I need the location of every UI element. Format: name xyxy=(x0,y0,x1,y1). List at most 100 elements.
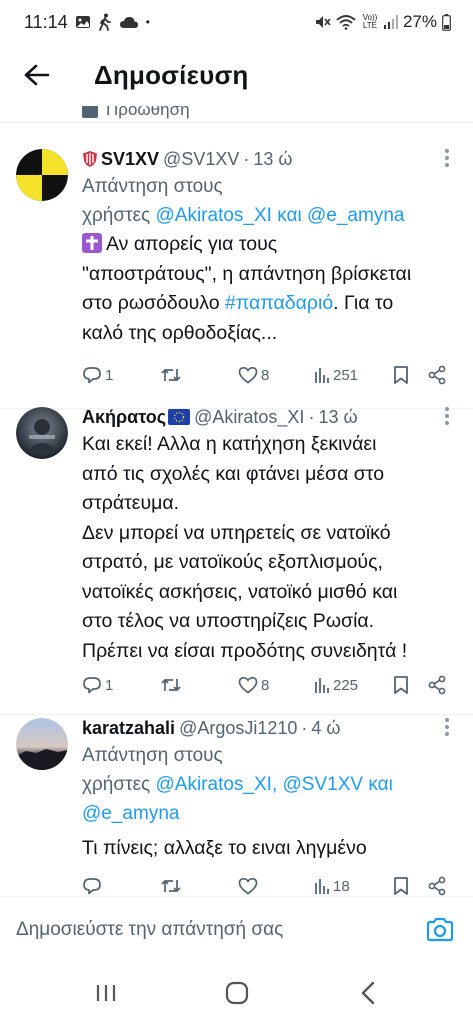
avatar[interactable] xyxy=(16,407,68,459)
tweet-text-line: "αποστράτους", η απάντηση βρίσκεται xyxy=(82,262,412,285)
like-count: 8 xyxy=(261,676,270,694)
walking-icon xyxy=(98,13,112,31)
reply-button[interactable]: 1 xyxy=(82,362,113,388)
tweet-text-line: Πρέπει να είσαι προδότης συνειδητά ! xyxy=(82,639,408,662)
analytics-icon xyxy=(315,678,329,693)
share-icon xyxy=(428,365,446,385)
bookmark-icon xyxy=(394,877,408,895)
tweet-time[interactable]: 13 ώ xyxy=(253,149,292,170)
author-name[interactable]: karatzahali xyxy=(82,718,175,739)
reply-input[interactable]: Δημοσιεύστε την απάντησή σας xyxy=(16,919,283,941)
replying-label-2: χρήστες xyxy=(82,774,151,795)
tweet-text-line: Και εκεί! Αλλα η κατήχηση ξεκινάει xyxy=(82,433,377,455)
status-dot: • xyxy=(145,15,150,29)
bookmark-button[interactable] xyxy=(393,873,409,896)
mention-link[interactable]: @e_amyna xyxy=(307,205,404,226)
bookmark-icon xyxy=(394,676,408,694)
separator-dot: · xyxy=(243,148,250,169)
promote-label: Προώθηση xyxy=(106,106,190,119)
conversation-feed[interactable]: Προώθηση SV1XV @SV1XV · 13 ώ Απάντηση στ… xyxy=(0,106,473,896)
reply-composer[interactable]: Δημοσιεύστε την απάντησή σας xyxy=(0,896,473,962)
mention-link[interactable]: @e_amyna xyxy=(82,803,179,824)
bookmark-icon xyxy=(394,366,408,384)
tweet-text-line: Δεν μπορεί να υπηρετείς σε νατοϊκό xyxy=(82,521,391,544)
more-options-icon[interactable] xyxy=(435,404,459,428)
retweet-icon xyxy=(161,880,181,892)
tweet[interactable]: SV1XV @SV1XV · 13 ώ Απάντηση στους χρήστ… xyxy=(0,146,473,409)
page-title: Δημοσίευση xyxy=(94,59,249,90)
mention-link[interactable]: @Akiratos_XI, xyxy=(156,774,278,795)
hashtag-link[interactable]: #παπαδαριό xyxy=(225,292,333,314)
share-button[interactable] xyxy=(427,672,447,698)
like-button[interactable]: 8 xyxy=(238,672,269,698)
back-button[interactable] xyxy=(0,44,74,106)
share-button[interactable] xyxy=(427,873,447,896)
back-nav-button[interactable] xyxy=(338,968,398,1018)
home-button[interactable] xyxy=(207,968,267,1018)
tweet-text: Και εκεί! Αλλα η κατήχηση ξεκινάει από τ… xyxy=(82,430,459,666)
avatar[interactable] xyxy=(16,718,68,770)
share-icon xyxy=(428,876,446,896)
tweet-time[interactable]: 13 ώ xyxy=(318,407,357,428)
tweet[interactable]: karatzahali @ArgosJi1210 · 4 ώ Απάντηση … xyxy=(0,715,473,896)
promote-link[interactable]: Προώθηση xyxy=(82,106,190,120)
bookmark-button[interactable] xyxy=(393,362,409,388)
more-options-icon[interactable] xyxy=(435,715,459,739)
like-count: 8 xyxy=(261,366,270,384)
divider xyxy=(0,122,473,123)
analytics-icon xyxy=(315,368,329,383)
recent-apps-button[interactable] xyxy=(76,968,136,1018)
avatar[interactable] xyxy=(16,149,68,201)
camera-button[interactable] xyxy=(425,915,455,945)
tweet-text-line: καλό της ορθοδοξίας... xyxy=(82,321,278,344)
author-handle[interactable]: @ArgosJi1210 xyxy=(179,718,297,739)
heart-icon xyxy=(238,877,258,895)
author-name[interactable]: SV1XV xyxy=(101,149,159,170)
retweet-button[interactable] xyxy=(160,362,185,388)
analytics-icon xyxy=(315,879,329,894)
tweet-time[interactable]: 4 ώ xyxy=(311,718,340,739)
replying-to: Απάντηση στους χρήστες @Akiratos_XI και … xyxy=(82,172,459,230)
status-time: 11:14 xyxy=(24,11,68,32)
tweet-text-line: νατοϊκές ασκήσεις, νατοϊκό μισθό και xyxy=(82,580,398,603)
views-button[interactable]: 251 xyxy=(314,362,358,388)
tweet-actions: 18 xyxy=(82,873,457,896)
chevron-left-icon xyxy=(361,981,374,1005)
tweet-actions: 1 8 225 xyxy=(82,672,457,698)
reply-button[interactable] xyxy=(82,873,105,896)
mention-link[interactable]: @SV1XV xyxy=(283,774,364,795)
tweet-header: Ακήρατος @Akiratos_XI · 13 ώ xyxy=(82,404,459,430)
bookmark-button[interactable] xyxy=(393,672,409,698)
retweet-button[interactable] xyxy=(160,873,185,896)
recent-apps-icon xyxy=(96,985,115,1001)
author-name[interactable]: Ακήρατος xyxy=(82,407,166,428)
retweet-icon xyxy=(161,369,181,381)
views-button[interactable]: 18 xyxy=(314,873,350,896)
replying-label-2: χρήστες xyxy=(82,205,151,226)
tweet-header: SV1XV @SV1XV · 13 ώ xyxy=(82,146,459,172)
cloud-icon xyxy=(119,15,139,29)
author-handle[interactable]: @Akiratos_XI xyxy=(194,407,304,428)
more-options-icon[interactable] xyxy=(435,146,459,170)
author-handle[interactable]: @SV1XV xyxy=(163,149,239,170)
tweet[interactable]: Ακήρατος @Akiratos_XI · 13 ώ Και εκεί! Α… xyxy=(0,404,473,716)
tweet-text-line: Αν απορείς για τους xyxy=(106,233,278,255)
like-button[interactable] xyxy=(238,873,261,896)
battery-percent: 27% xyxy=(402,12,437,31)
status-bar: 11:14 • Vo)) LTE 27% xyxy=(0,0,473,44)
tweet-text-line: από τις σχολές και φτάνει μέσα στο xyxy=(82,462,385,485)
arrow-left-icon xyxy=(24,64,50,86)
separator-dot: · xyxy=(301,717,308,738)
view-count: 251 xyxy=(333,366,359,384)
signal-icon xyxy=(383,15,398,29)
reply-button[interactable]: 1 xyxy=(82,672,113,698)
battery-icon xyxy=(442,13,451,31)
heart-icon xyxy=(238,366,258,384)
like-button[interactable]: 8 xyxy=(238,362,269,388)
views-button[interactable]: 225 xyxy=(314,672,358,698)
reply-icon xyxy=(83,367,101,384)
shield-icon xyxy=(82,150,98,168)
share-button[interactable] xyxy=(427,362,447,388)
mention-link[interactable]: @Akiratos_XI xyxy=(156,205,272,226)
retweet-button[interactable] xyxy=(160,672,185,698)
